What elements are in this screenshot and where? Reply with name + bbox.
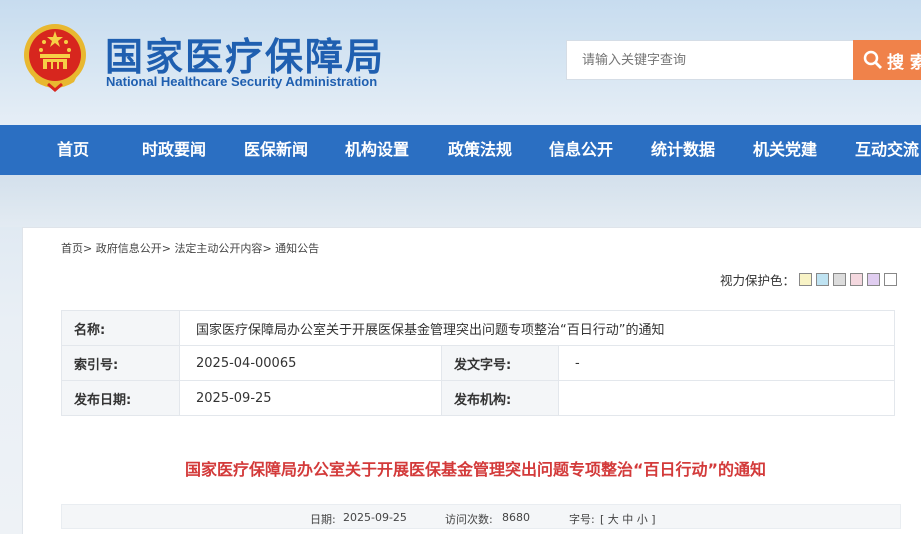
color-swatch-pink[interactable]	[850, 273, 864, 286]
article-date-label: 日期:	[310, 513, 336, 526]
search-button-label: 搜 索	[887, 52, 921, 73]
eye-protect-label: 视力保护色：	[720, 273, 796, 288]
color-swatch-white[interactable]	[884, 273, 898, 286]
docno-label: 发文字号:	[441, 345, 559, 381]
nav-item-news[interactable]: 医保新闻	[244, 125, 308, 175]
org-value	[558, 380, 895, 416]
breadcrumb-separator: >	[262, 242, 276, 255]
breadcrumb: 首页> 政府信息公开> 法定主动公开内容> 通知公告	[61, 240, 319, 256]
breadcrumb-separator: >	[83, 242, 96, 255]
color-swatch-gray[interactable]	[833, 273, 847, 286]
nav-item-organization[interactable]: 机构设置	[345, 125, 409, 175]
search-icon	[863, 50, 882, 69]
nav-item-policies[interactable]: 政策法规	[448, 125, 512, 175]
table-row: 名称: 国家医疗保障局办公室关于开展医保基金管理突出问题专项整治“百日行动”的通…	[61, 310, 895, 346]
breadcrumb-separator: >	[161, 242, 175, 255]
org-label: 发布机构:	[441, 380, 559, 416]
table-row: 发布日期: 2025-09-25 发布机构:	[61, 380, 895, 416]
index-value: 2025-04-00065	[179, 345, 442, 381]
index-label: 索引号:	[61, 345, 180, 381]
color-swatch-yellow[interactable]	[799, 273, 813, 286]
date-label: 发布日期:	[61, 380, 180, 416]
search-button[interactable]: 搜 索	[853, 40, 921, 80]
docno-value: -	[558, 345, 895, 381]
article-date: 2025-09-25	[343, 511, 407, 524]
breadcrumb-item-home[interactable]: 首页	[61, 242, 83, 255]
breadcrumb-item-notices[interactable]: 通知公告	[275, 242, 319, 255]
visits-count: 8680	[502, 511, 530, 524]
name-value: 国家医疗保障局办公室关于开展医保基金管理突出问题专项整治“百日行动”的通知	[179, 310, 895, 346]
eye-protect-colors: 视力保护色：	[720, 270, 898, 289]
nav-item-info-disclosure[interactable]: 信息公开	[549, 125, 613, 175]
decorative-banner	[0, 175, 921, 227]
content-card: 首页> 政府信息公开> 法定主动公开内容> 通知公告 视力保护色： 名称: 国家…	[22, 227, 921, 534]
article-info-bar: 日期: 2025-09-25 访问次数: 8680 字号: [ 大 中 小 ]	[61, 504, 901, 529]
name-label: 名称:	[61, 310, 180, 346]
nav-item-party[interactable]: 机关党建	[753, 125, 817, 175]
breadcrumb-item-gov-info[interactable]: 政府信息公开	[96, 242, 162, 255]
visits-label: 访问次数:	[445, 513, 493, 526]
document-meta-table: 名称: 国家医疗保障局办公室关于开展医保基金管理突出问题专项整治“百日行动”的通…	[61, 310, 895, 416]
search-input[interactable]	[567, 41, 853, 79]
font-size-label: 字号:	[569, 513, 595, 526]
nav-item-statistics[interactable]: 统计数据	[651, 125, 715, 175]
search-box	[566, 40, 853, 80]
nav-item-politics[interactable]: 时政要闻	[142, 125, 206, 175]
site-header: 国家医疗保障局 National Healthcare Security Adm…	[0, 0, 921, 125]
national-emblem-icon[interactable]	[22, 22, 88, 92]
font-size-options[interactable]: [ 大 中 小 ]	[600, 511, 656, 527]
site-title-en: National Healthcare Security Administrat…	[106, 74, 378, 89]
breadcrumb-item-statutory[interactable]: 法定主动公开内容	[174, 242, 262, 255]
main-nav: 首页 时政要闻 医保新闻 机构设置 政策法规 信息公开 统计数据 机关党建 互动…	[0, 125, 921, 175]
color-swatch-purple[interactable]	[867, 273, 881, 286]
date-value: 2025-09-25	[179, 380, 442, 416]
article-title: 国家医疗保障局办公室关于开展医保基金管理突出问题专项整治“百日行动”的通知	[184, 460, 767, 479]
nav-item-interaction[interactable]: 互动交流	[855, 125, 919, 175]
site-title-cn[interactable]: 国家医疗保障局	[105, 26, 385, 81]
table-row: 索引号: 2025-04-00065 发文字号: -	[61, 345, 895, 381]
color-swatch-blue[interactable]	[816, 273, 830, 286]
nav-item-home[interactable]: 首页	[57, 125, 89, 175]
